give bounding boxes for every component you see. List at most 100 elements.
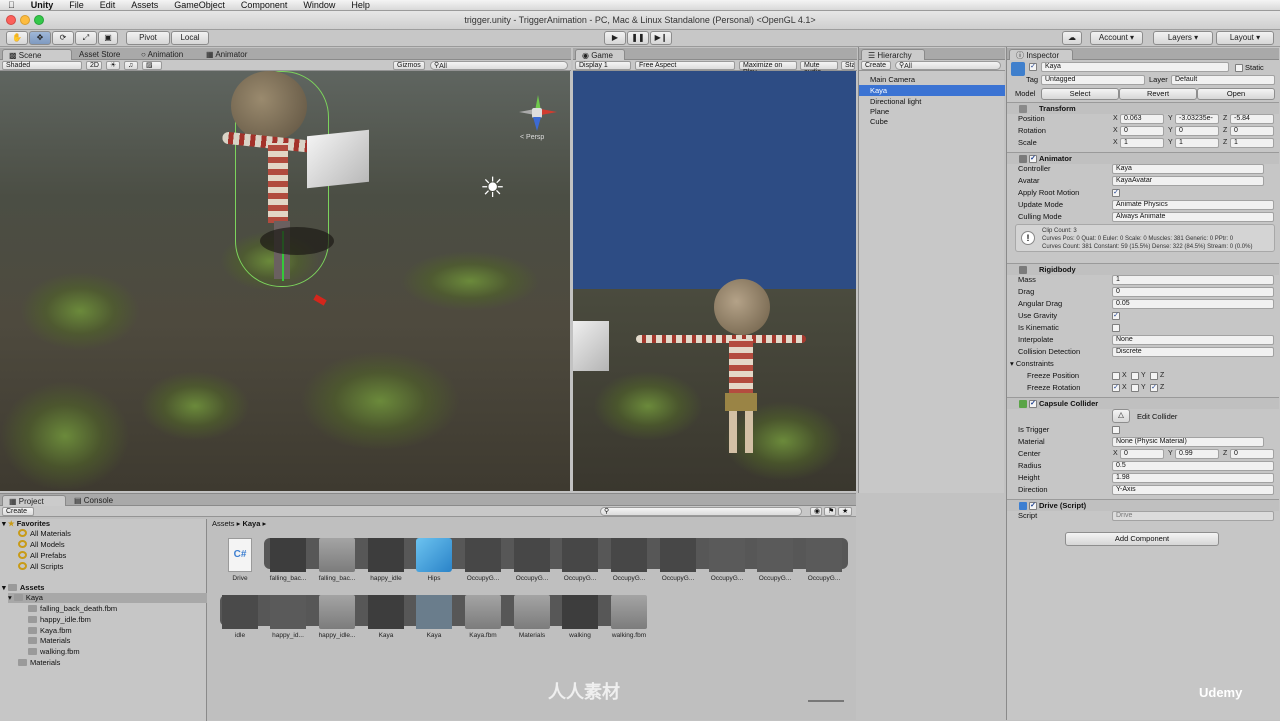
asset-occupy-5[interactable]: OccupyG... [654,538,702,596]
tab-game[interactable]: ◉ Game [575,49,625,60]
fav-all-scripts[interactable]: All Scripts [18,562,63,572]
freeze-rot-x-checkbox[interactable]: ✓ [1112,384,1120,392]
minimize-window-button[interactable] [20,15,30,25]
account-dropdown[interactable]: Account ▾ [1090,31,1143,45]
update-mode-dropdown[interactable]: Animate Physics [1112,200,1274,210]
menu-gameobject[interactable]: GameObject [166,0,233,11]
asset-occupy-8[interactable]: OccupyG... [800,538,848,596]
fav-all-prefabs[interactable]: All Prefabs [18,551,66,561]
interpolate-dropdown[interactable]: None [1112,335,1274,345]
shading-mode-dropdown[interactable]: Shaded [2,61,82,70]
asset-happy-idle-folder[interactable]: happy_idle... [313,595,361,653]
freeze-pos-y-checkbox[interactable] [1131,372,1139,380]
scale-y-input[interactable]: 1 [1175,138,1219,148]
animator-enabled-checkbox[interactable]: ✓ [1029,155,1037,163]
menu-help[interactable]: Help [343,0,378,11]
fav-all-models[interactable]: All Models [18,540,65,550]
effects-icon[interactable]: ▨ [142,61,162,70]
aspect-dropdown[interactable]: Free Aspect [635,61,735,70]
avatar-field[interactable]: KayaAvatar [1112,176,1264,186]
add-component-button[interactable]: Add Component [1065,532,1219,546]
tab-hierarchy[interactable]: ☰ Hierarchy [861,49,925,60]
menu-app[interactable]: Unity [23,0,62,11]
position-z-input[interactable]: -5.84 [1230,114,1274,124]
asset-falling-back-folder[interactable]: falling_bac... [313,538,361,596]
layout-dropdown[interactable]: Layout ▾ [1216,31,1274,45]
move-gizmo-x-icon[interactable] [313,294,327,306]
asset-occupy-4[interactable]: OccupyG... [605,538,653,596]
filter-label-icon[interactable]: ⚑ [824,507,836,516]
rotation-z-input[interactable]: 0 [1230,126,1274,136]
freeze-pos-x-checkbox[interactable] [1112,372,1120,380]
position-y-input[interactable]: -3.03235e- [1175,114,1219,124]
physic-material-field[interactable]: None (Physic Material) [1112,437,1264,447]
move-tool-icon[interactable]: ✥ [29,31,51,45]
hierarchy-item-cube[interactable]: Cube [859,116,1005,127]
folder-walking[interactable]: walking.fbm [28,647,80,657]
model-revert-button[interactable]: Revert [1119,88,1197,100]
asset-idle[interactable]: idle [216,595,264,653]
asset-drive[interactable]: C# Drive [216,538,264,596]
rect-tool-icon[interactable]: ▣ [98,31,118,45]
static-checkbox[interactable] [1235,64,1243,72]
maximize-on-play-toggle[interactable]: Maximize on Play [739,61,797,76]
asset-kaya-model[interactable]: Kaya [362,595,410,653]
stats-toggle[interactable]: Stat [841,61,855,70]
scene-orientation-gizmo[interactable] [519,95,559,135]
filter-type-icon[interactable]: ◉ [810,507,822,516]
zoom-window-button[interactable] [34,15,44,25]
rotation-y-input[interactable]: 0 [1175,126,1219,136]
menu-window[interactable]: Window [295,0,343,11]
asset-hips[interactable]: Hips [410,538,458,596]
assets-folder[interactable]: ▾ Assets [2,583,44,593]
tag-dropdown[interactable]: Untagged [1041,75,1145,85]
freeze-pos-z-checkbox[interactable] [1150,372,1158,380]
asset-kaya-fbm[interactable]: Kaya.fbm [459,595,507,653]
folder-materials-kaya[interactable]: Materials [28,636,70,646]
asset-materials[interactable]: Materials [508,595,556,653]
gizmos-dropdown[interactable]: Gizmos [393,61,425,70]
asset-occupy-2[interactable]: OccupyG... [508,538,556,596]
capsule-enabled-checkbox[interactable]: ✓ [1029,400,1037,408]
model-select-button[interactable]: Select [1041,88,1119,100]
breadcrumb-assets[interactable]: Assets [212,519,235,528]
layers-dropdown[interactable]: Layers ▾ [1153,31,1213,45]
freeze-rot-y-checkbox[interactable] [1131,384,1139,392]
kaya-folder[interactable]: ▾ Kaya [8,593,207,603]
tab-animation[interactable]: ○ Animation [135,49,197,60]
hand-tool-icon[interactable]: ✋ [6,31,28,45]
gameobject-name-input[interactable]: Kaya [1041,62,1229,72]
mass-input[interactable]: 1 [1112,275,1274,285]
display-dropdown[interactable]: Display 1 [575,61,631,70]
asset-happy-idle[interactable]: happy_idle [362,538,410,596]
asset-walking-fbm[interactable]: walking.fbm [605,595,653,653]
thumbnail-size-slider[interactable] [808,700,844,702]
breadcrumb-kaya[interactable]: Kaya [242,519,260,528]
cloud-icon[interactable]: ☁ [1062,31,1082,45]
apple-icon[interactable]:  [0,0,23,11]
folder-materials[interactable]: Materials [18,658,60,668]
local-toggle[interactable]: Local [171,31,209,45]
asset-happy-id[interactable]: happy_id... [264,595,312,653]
tab-scene[interactable]: ▩ Scene [2,49,72,60]
lighting-icon[interactable]: ☀ [106,61,120,70]
use-gravity-checkbox[interactable]: ✓ [1112,312,1120,320]
favorites-folder[interactable]: ▾ ★ Favorites [2,519,50,529]
rotation-x-input[interactable]: 0 [1120,126,1164,136]
scale-tool-icon[interactable]: ⤢ [75,31,97,45]
tab-inspector[interactable]: ⓘ Inspector [1009,49,1073,60]
project-create-dropdown[interactable]: Create [2,507,34,516]
asset-falling-back[interactable]: falling_bac... [264,538,312,596]
scale-x-input[interactable]: 1 [1120,138,1164,148]
pivot-toggle[interactable]: Pivot [126,31,170,45]
collision-detection-dropdown[interactable]: Discrete [1112,347,1274,357]
2d-toggle[interactable]: 2D [86,61,102,70]
culling-mode-dropdown[interactable]: Always Animate [1112,212,1274,222]
perspective-label[interactable]: < Persp [520,134,544,141]
freeze-rot-z-checkbox[interactable]: ✓ [1150,384,1158,392]
asset-occupy-7[interactable]: OccupyG... [751,538,799,596]
tab-project[interactable]: ▦ Project [2,495,66,506]
hierarchy-search-input[interactable]: ⚲ All [895,61,1001,70]
layer-dropdown[interactable]: Default [1171,75,1275,85]
is-kinematic-checkbox[interactable] [1112,324,1120,332]
